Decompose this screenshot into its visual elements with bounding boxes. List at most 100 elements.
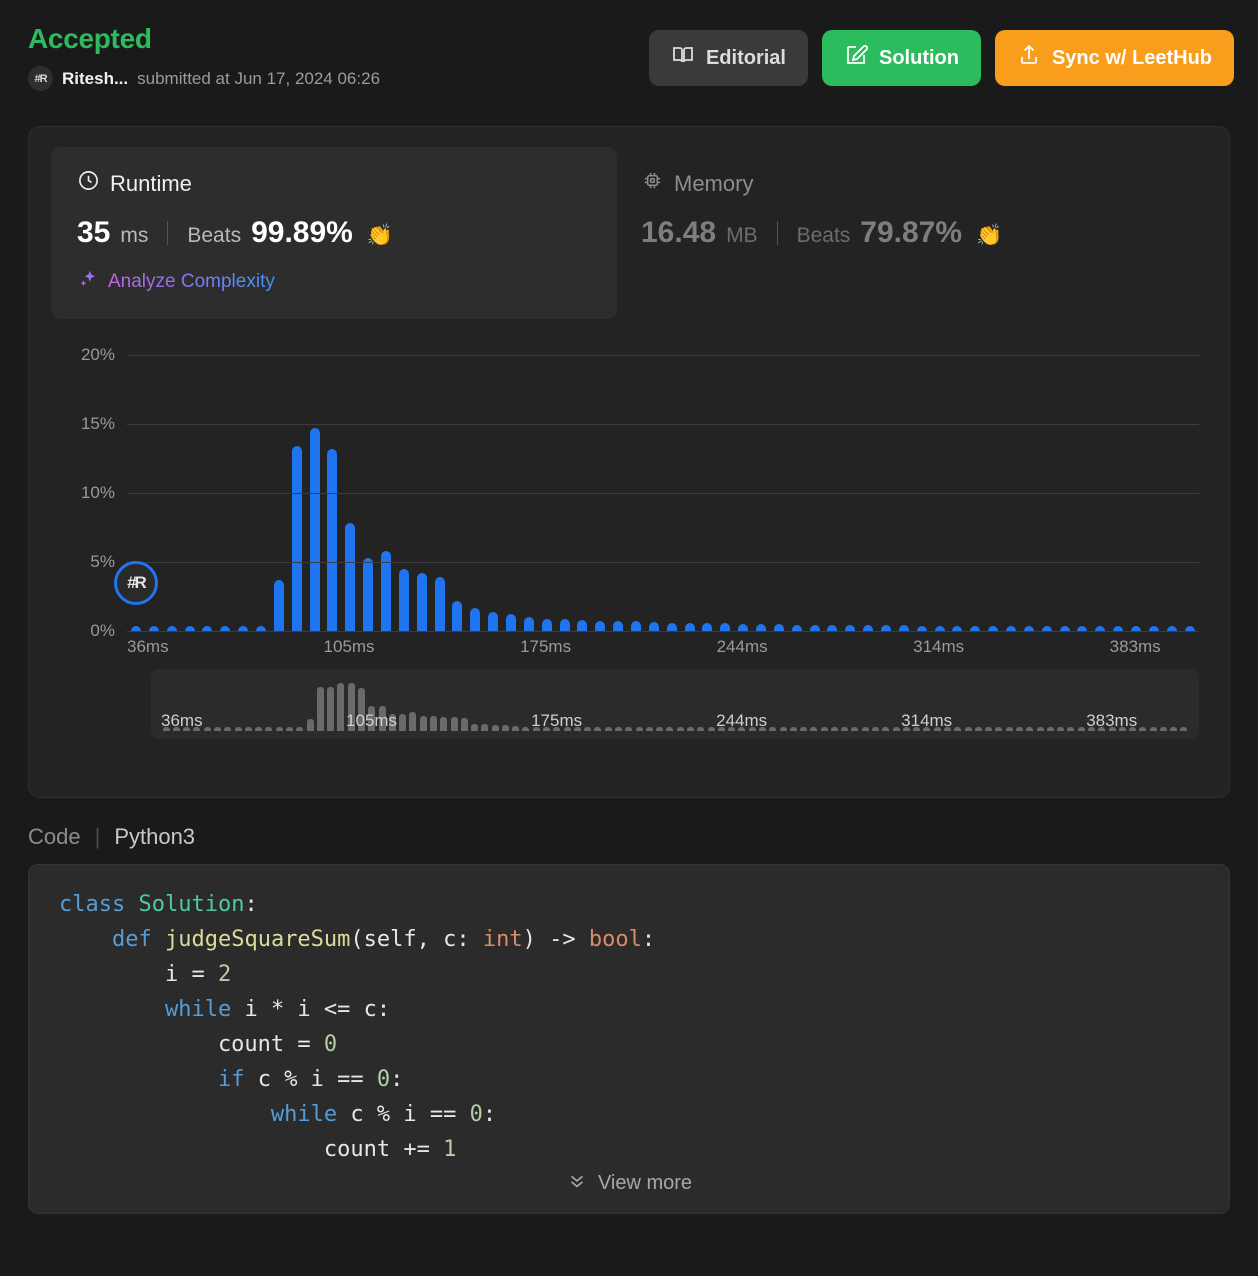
chart-bar-slot[interactable] bbox=[377, 341, 395, 631]
chart-bar-slot[interactable] bbox=[466, 341, 484, 631]
chart-bar-slot[interactable] bbox=[163, 341, 181, 631]
memory-stat-card[interactable]: Memory 16.48 MB Beats 79.87% 👏 bbox=[617, 147, 1183, 274]
chart-bar-slot[interactable] bbox=[681, 341, 699, 631]
chart-bar-slot[interactable] bbox=[556, 341, 574, 631]
chart-bar-slot[interactable] bbox=[270, 341, 288, 631]
chart-bar-slot[interactable] bbox=[788, 341, 806, 631]
chart-bar[interactable] bbox=[523, 617, 534, 631]
chart-bar[interactable] bbox=[720, 623, 731, 631]
chart-bar[interactable] bbox=[309, 428, 320, 631]
chart-bar[interactable] bbox=[363, 557, 374, 631]
chart-bar-slot[interactable] bbox=[859, 341, 877, 631]
chart-bar-slot[interactable] bbox=[984, 341, 1002, 631]
chart-bar-slot[interactable] bbox=[181, 341, 199, 631]
chart-bar-slot[interactable] bbox=[591, 341, 609, 631]
sync-leethub-button[interactable]: Sync w/ LeetHub bbox=[994, 30, 1234, 86]
view-more-button[interactable]: View more bbox=[29, 1169, 1229, 1197]
chart-bar[interactable] bbox=[398, 568, 409, 631]
chart-bar[interactable] bbox=[630, 621, 641, 631]
username[interactable]: Ritesh... bbox=[62, 69, 128, 89]
chart-bar[interactable] bbox=[613, 621, 624, 631]
chart-bar[interactable] bbox=[273, 579, 284, 631]
chart-bar-slot[interactable] bbox=[1056, 341, 1074, 631]
chart-bar-slot[interactable] bbox=[341, 341, 359, 631]
chart-bar[interactable] bbox=[470, 607, 481, 631]
chart-bar-slot[interactable] bbox=[699, 341, 717, 631]
chart-bar-slot[interactable] bbox=[1163, 341, 1181, 631]
chart-bar-slot[interactable] bbox=[806, 341, 824, 631]
code-block[interactable]: class Solution: def judgeSquareSum(self,… bbox=[29, 887, 1229, 1167]
chart-bar-slot[interactable] bbox=[234, 341, 252, 631]
chart-bar-slot[interactable] bbox=[949, 341, 967, 631]
chart-bar-slot[interactable] bbox=[1020, 341, 1038, 631]
chart-bar[interactable] bbox=[702, 623, 713, 631]
chart-bar[interactable] bbox=[291, 445, 302, 631]
chart-bar-slot[interactable] bbox=[448, 341, 466, 631]
chart-bar[interactable] bbox=[416, 573, 427, 631]
editorial-button[interactable]: Editorial bbox=[648, 30, 808, 86]
chart-bar-slot[interactable] bbox=[913, 341, 931, 631]
chart-bar-slot[interactable] bbox=[413, 341, 431, 631]
chart-bar[interactable] bbox=[738, 624, 749, 631]
chart-bar[interactable] bbox=[577, 619, 588, 631]
chart-bar-slot[interactable] bbox=[627, 341, 645, 631]
chart-bar-slot[interactable] bbox=[538, 341, 556, 631]
chart-bar-slot[interactable] bbox=[252, 341, 270, 631]
chart-bar-slot[interactable] bbox=[931, 341, 949, 631]
runtime-stat-card[interactable]: Runtime 35 ms Beats 99.89% 👏 Analyze Com… bbox=[51, 147, 617, 319]
chart-bar-slot[interactable] bbox=[1109, 341, 1127, 631]
chart-bar[interactable] bbox=[345, 523, 356, 631]
chart-bar[interactable] bbox=[327, 448, 338, 631]
chart-bar-slot[interactable] bbox=[663, 341, 681, 631]
chart-bar-slot[interactable] bbox=[216, 341, 234, 631]
chart-bar-slot[interactable] bbox=[752, 341, 770, 631]
chart-bar-slot[interactable] bbox=[1074, 341, 1092, 631]
chart-bar-slot[interactable] bbox=[824, 341, 842, 631]
chart-bar[interactable] bbox=[541, 618, 552, 631]
runtime-title: Runtime bbox=[110, 170, 192, 196]
chart-bar-slot[interactable] bbox=[895, 341, 913, 631]
chart-bar[interactable] bbox=[648, 622, 659, 631]
chart-bar[interactable] bbox=[756, 624, 766, 631]
chart-bar-slot[interactable] bbox=[1038, 341, 1056, 631]
chart-bar-slot[interactable] bbox=[734, 341, 752, 631]
chart-bar-slot[interactable] bbox=[770, 341, 788, 631]
chart-bar-slot[interactable] bbox=[484, 341, 502, 631]
user-position-marker[interactable]: #R bbox=[113, 560, 158, 605]
chart-bar-slot[interactable] bbox=[395, 341, 413, 631]
chart-bar-slot[interactable] bbox=[877, 341, 895, 631]
chart-bar[interactable] bbox=[488, 611, 499, 631]
chart-bar[interactable] bbox=[505, 614, 516, 631]
chart-bar-slot[interactable] bbox=[1127, 341, 1145, 631]
chart-bar-slot[interactable] bbox=[198, 341, 216, 631]
chart-bar-slot[interactable] bbox=[288, 341, 306, 631]
chart-bar-slot[interactable] bbox=[306, 341, 324, 631]
chart-bar[interactable] bbox=[773, 624, 784, 631]
chart-range-brush[interactable]: 36ms 105ms 175ms 244ms 314ms 383ms bbox=[151, 669, 1199, 739]
chart-bar-slot[interactable] bbox=[1002, 341, 1020, 631]
chart-bar-slot[interactable] bbox=[1145, 341, 1163, 631]
chart-bar-slot[interactable] bbox=[841, 341, 859, 631]
runtime-beats-label: Beats bbox=[187, 224, 242, 247]
chart-bar-slot[interactable] bbox=[609, 341, 627, 631]
solution-button[interactable]: Solution bbox=[821, 30, 981, 86]
chart-bar[interactable] bbox=[684, 622, 695, 631]
chart-bar-slot[interactable] bbox=[716, 341, 734, 631]
chart-bar-slot[interactable] bbox=[645, 341, 663, 631]
code-language[interactable]: Python3 bbox=[114, 824, 195, 850]
chart-bar-slot[interactable] bbox=[520, 341, 538, 631]
chart-bar[interactable] bbox=[595, 620, 606, 631]
analyze-complexity-link[interactable]: Analyze Complexity bbox=[77, 268, 591, 295]
chart-bar[interactable] bbox=[559, 619, 570, 631]
chart-bar-slot[interactable] bbox=[1091, 341, 1109, 631]
chart-bar[interactable] bbox=[666, 622, 677, 631]
chart-bar-slot[interactable] bbox=[359, 341, 377, 631]
chart-bar-slot[interactable] bbox=[431, 341, 449, 631]
chart-bar-slot[interactable] bbox=[1181, 341, 1199, 631]
chart-bar-slot[interactable] bbox=[502, 341, 520, 631]
chart-bar-slot[interactable] bbox=[573, 341, 591, 631]
chart-bar-slot[interactable] bbox=[966, 341, 984, 631]
chart-bar[interactable] bbox=[452, 600, 463, 631]
chart-bar[interactable] bbox=[434, 577, 445, 631]
chart-bar-slot[interactable] bbox=[323, 341, 341, 631]
